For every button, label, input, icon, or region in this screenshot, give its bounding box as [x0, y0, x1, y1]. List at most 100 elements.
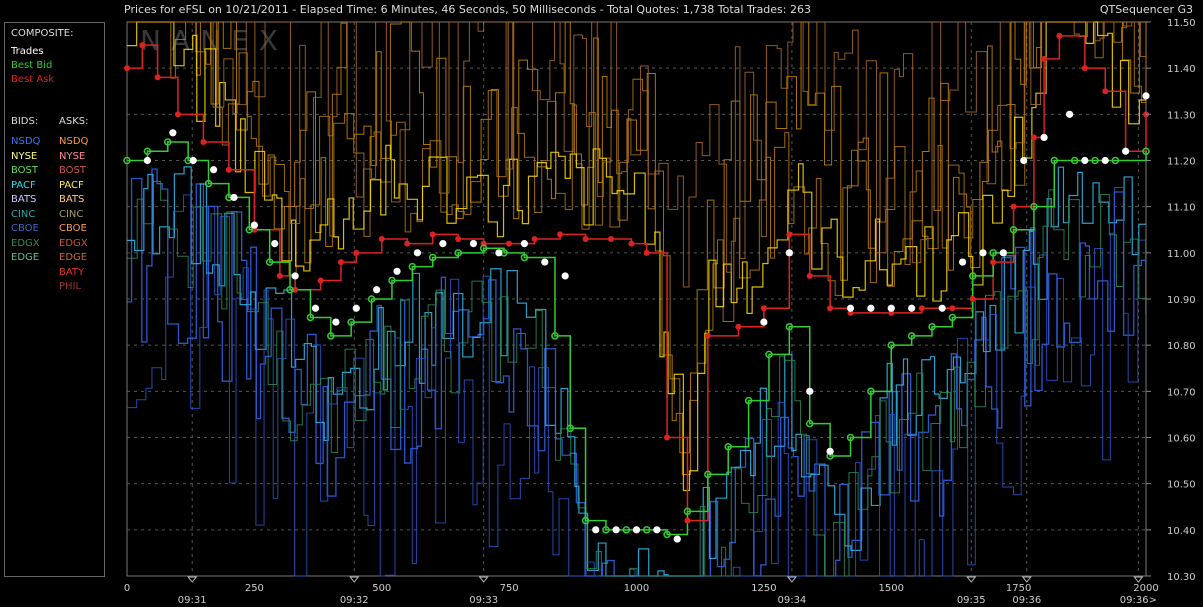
watermark: NANEX	[140, 24, 288, 57]
best-ask-point	[735, 323, 742, 330]
best-ask-point	[353, 249, 360, 256]
trade-point	[210, 166, 218, 174]
best-ask-point	[608, 235, 615, 242]
x-tick-label: 1500	[879, 583, 904, 594]
trade-point	[1020, 156, 1028, 165]
y-tick-label: 11.20	[1167, 157, 1196, 168]
trade-point	[806, 387, 814, 395]
x-tick-label: 250	[245, 583, 264, 594]
trade-point	[373, 286, 381, 294]
time-label: 09:36	[1012, 595, 1041, 606]
x-tick-label: 2000	[1133, 583, 1158, 594]
y-tick-label: 11.30	[1167, 110, 1196, 121]
trade-point	[887, 304, 895, 312]
trade-point	[495, 249, 503, 257]
trade-point	[867, 304, 875, 312]
y-tick-label: 10.30	[1167, 572, 1196, 583]
time-label: 09:32	[340, 595, 369, 606]
y-tick-label: 11.10	[1167, 203, 1196, 214]
best-ask-point	[154, 74, 161, 81]
trade-point	[332, 318, 340, 326]
best-ask-point	[664, 434, 671, 441]
best-ask-point	[643, 249, 650, 256]
trade-point	[1142, 92, 1150, 100]
price-chart: NANEX 10.30 10.40 10.50 10.60 10.70 10.80 10.9…	[123, 18, 1196, 606]
trade-point	[979, 249, 987, 257]
trade-point	[785, 249, 793, 257]
trade-point	[169, 129, 177, 137]
best-ask-point	[1010, 203, 1017, 210]
best-ask-point	[684, 517, 691, 524]
y-tick-label: 10.90	[1167, 295, 1196, 306]
x-tick-label: 0	[124, 583, 130, 594]
best-ask-point	[404, 240, 411, 247]
trade-point	[846, 304, 855, 312]
trade-point	[1065, 110, 1074, 118]
time-marker	[187, 576, 198, 583]
time-marker	[478, 576, 489, 583]
best-ask-point	[174, 111, 181, 118]
best-ask-point	[531, 235, 538, 242]
best-ask-point	[506, 240, 513, 247]
best-ask-point	[337, 259, 344, 266]
best-ask-point	[455, 235, 462, 242]
time-marker	[966, 576, 977, 583]
best-ask-point	[949, 305, 956, 312]
series-layer	[127, 35, 1147, 536]
best-ask-point	[827, 305, 834, 312]
time-marker	[349, 576, 360, 583]
best-ask-point	[317, 277, 324, 284]
trade-point	[189, 156, 197, 165]
best-ask-point	[704, 332, 711, 339]
trade-point	[673, 535, 681, 543]
trade-point	[413, 249, 422, 257]
trade-point	[826, 447, 834, 455]
best-ask-point	[1041, 55, 1048, 62]
x-tick-label: 1250	[751, 583, 776, 594]
trade-point	[999, 249, 1007, 257]
time-marker	[786, 576, 797, 583]
best-ask-point	[276, 272, 283, 279]
best-ask-point	[628, 240, 635, 247]
trade-point	[291, 272, 299, 280]
trade-point	[541, 258, 549, 266]
trade-point	[760, 318, 768, 326]
best-ask-point	[918, 305, 925, 312]
x-tick-label: 1000	[624, 583, 649, 594]
time-label: 09:36>	[1120, 595, 1157, 606]
trade-point	[250, 221, 258, 229]
best-ask-point	[806, 272, 813, 279]
y-tick-label: 11.00	[1167, 249, 1196, 260]
bid-quote-line	[127, 166, 1146, 577]
x-tick-label: 750	[500, 583, 519, 594]
y-tick-label: 11.40	[1167, 64, 1196, 75]
best-ask-point	[557, 231, 564, 238]
best-ask-point	[786, 231, 793, 238]
x-tick-label: 500	[372, 583, 391, 594]
trade-point	[230, 193, 238, 202]
best-ask-point	[1102, 88, 1109, 95]
trade-point	[958, 258, 967, 266]
y-tick-label: 10.80	[1167, 341, 1196, 352]
best-ask-point	[200, 139, 207, 146]
trade-point	[1101, 156, 1109, 165]
best-ask-point	[225, 166, 232, 173]
trade-point	[352, 304, 360, 312]
best-ask-point	[429, 231, 436, 238]
time-label: 09:34	[777, 595, 806, 606]
trade-point	[520, 240, 529, 248]
trade-point	[469, 240, 478, 248]
best-ask-point	[1056, 32, 1063, 39]
best-ask-point	[990, 259, 997, 266]
trade-point	[632, 526, 641, 534]
y-tick-label: 10.50	[1167, 480, 1196, 491]
time-label: 09:33	[469, 595, 498, 606]
time-label: 09:31	[178, 595, 207, 606]
best-ask-point	[969, 296, 976, 302]
best-ask-point	[378, 235, 385, 242]
trade-point	[1040, 133, 1048, 142]
trade-point	[393, 267, 401, 275]
best-ask-point	[760, 305, 767, 312]
trade-point	[612, 526, 620, 534]
x-tick-label: 1750	[1006, 583, 1031, 594]
